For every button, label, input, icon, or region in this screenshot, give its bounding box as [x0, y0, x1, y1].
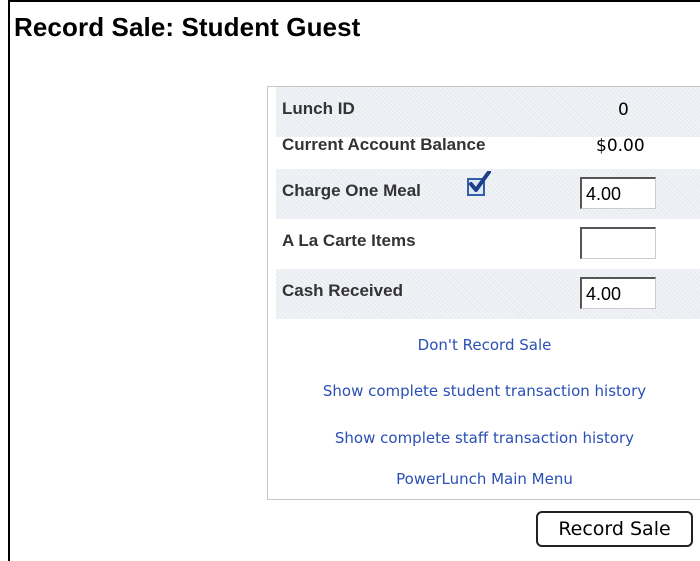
charge-meal-label: Charge One Meal [282, 181, 421, 200]
balance-value: $0.00 [596, 136, 645, 156]
student-history-link[interactable]: Show complete student transaction histor… [268, 382, 700, 400]
cash-received-row: Cash Received 4.00 [276, 269, 700, 319]
balance-row: Current Account Balance $0.00 [276, 123, 700, 173]
a-la-carte-row: A La Carte Items [276, 219, 700, 269]
balance-label: Current Account Balance [282, 135, 486, 154]
a-la-carte-label: A La Carte Items [282, 231, 416, 250]
record-sale-button[interactable]: Record Sale [536, 511, 693, 547]
main-menu-link[interactable]: PowerLunch Main Menu [268, 470, 700, 488]
dont-record-sale-link[interactable]: Don't Record Sale [268, 336, 700, 354]
checkmark-icon [469, 171, 491, 192]
cash-received-label: Cash Received [282, 281, 403, 300]
page-title: Record Sale: Student Guest [14, 12, 361, 42]
sale-form-panel: Lunch ID 0 Current Account Balance $0.00… [267, 86, 700, 500]
a-la-carte-amount-input[interactable] [580, 227, 656, 259]
charge-meal-row: Charge One Meal 4.00 [276, 169, 700, 219]
staff-history-link[interactable]: Show complete staff transaction history [268, 429, 700, 447]
charge-meal-checkbox[interactable] [467, 171, 491, 196]
charge-meal-amount-input[interactable]: 4.00 [580, 177, 656, 209]
cash-received-amount-input[interactable]: 4.00 [580, 277, 656, 309]
